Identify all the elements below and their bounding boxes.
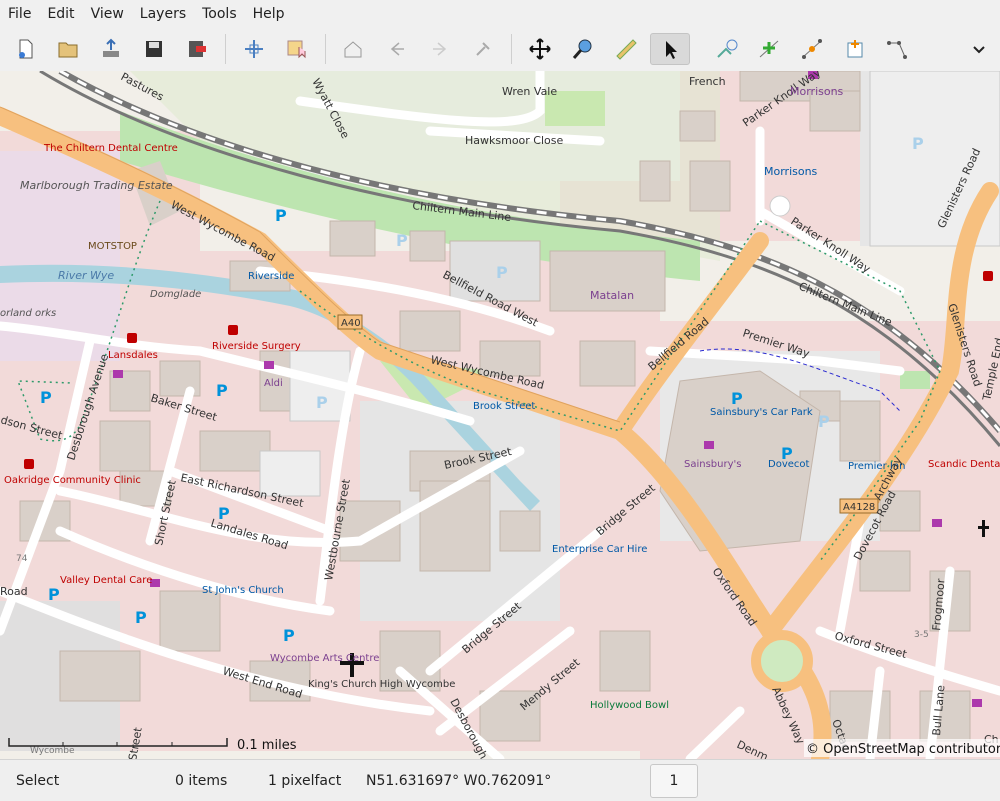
map-label-wren-vale: Wren Vale bbox=[502, 85, 557, 98]
status-bar: Select 0 items 1 pixelfact N51.631697° W… bbox=[0, 759, 1000, 801]
exit-icon[interactable] bbox=[180, 33, 214, 65]
menu-view[interactable]: View bbox=[83, 0, 132, 28]
map-label-oakridge: Oakridge Community Clinic bbox=[4, 475, 141, 486]
add-poi-icon[interactable] bbox=[838, 33, 872, 65]
map-label-riverside: Riverside bbox=[248, 271, 294, 282]
svg-text:P: P bbox=[216, 381, 228, 400]
map-label-enterprise: Enterprise Car Hire bbox=[552, 544, 647, 555]
zoom-level-box[interactable]: 1 bbox=[650, 764, 698, 798]
scale-label: 0.1 miles bbox=[237, 738, 297, 753]
svg-text:P: P bbox=[283, 626, 295, 645]
map-view[interactable]: P P P P P P P P P P P P P P Wren Vale Ha… bbox=[0, 71, 1000, 759]
map-label-morrisons-1: Morrisons bbox=[790, 85, 844, 98]
menu-file[interactable]: File bbox=[0, 0, 39, 28]
add-node-icon[interactable] bbox=[752, 33, 786, 65]
map-label-kings-church: King's Church High Wycombe bbox=[308, 679, 455, 690]
map-label-morrisons-2: Morrisons bbox=[764, 165, 818, 178]
map-label-sainsburys: Sainsbury's bbox=[684, 459, 741, 470]
svg-text:P: P bbox=[40, 388, 52, 407]
map-label-french: French bbox=[689, 75, 726, 88]
improve-way-icon[interactable] bbox=[795, 33, 829, 65]
upload-icon[interactable] bbox=[94, 33, 128, 65]
undo-icon[interactable] bbox=[380, 33, 414, 65]
map-label-num-74: 74 bbox=[16, 554, 28, 564]
map-label-domglade: Domglade bbox=[150, 289, 201, 300]
status-items: 0 items bbox=[175, 773, 228, 789]
home-icon[interactable] bbox=[336, 33, 370, 65]
status-pixel: 1 pixelfact bbox=[268, 773, 342, 789]
menu-help[interactable]: Help bbox=[245, 0, 293, 28]
redo-icon[interactable] bbox=[423, 33, 457, 65]
new-file-icon[interactable] bbox=[9, 33, 43, 65]
status-coordinates: N51.631697° W0.762091° bbox=[366, 773, 552, 789]
map-label-wycombe-small: Wycombe bbox=[30, 746, 75, 756]
svg-text:P: P bbox=[135, 608, 147, 627]
map-label-valley-dental: Valley Dental Care bbox=[60, 575, 152, 586]
download-area-icon[interactable] bbox=[280, 33, 314, 65]
map-label-num-35: 3-5 bbox=[914, 630, 929, 640]
svg-text:P: P bbox=[912, 134, 924, 153]
split-way-icon[interactable] bbox=[880, 33, 914, 65]
measure-icon[interactable] bbox=[609, 33, 643, 65]
map-label-river-wye: River Wye bbox=[58, 269, 114, 282]
zoom-icon[interactable] bbox=[566, 33, 600, 65]
svg-text:P: P bbox=[316, 393, 328, 412]
svg-text:P: P bbox=[275, 206, 287, 225]
status-mode: Select bbox=[16, 773, 60, 789]
map-label-sainsburys-car-park: Sainsbury's Car Park bbox=[710, 407, 813, 418]
move-icon[interactable] bbox=[523, 33, 557, 65]
map-label-chiltern-dental: The Chiltern Dental Centre bbox=[43, 143, 178, 154]
menu-layers[interactable]: Layers bbox=[132, 0, 194, 28]
preferences-icon[interactable] bbox=[466, 33, 500, 65]
map-label-marlborough: Marlborough Trading Estate bbox=[20, 179, 173, 192]
menu-edit[interactable]: Edit bbox=[39, 0, 82, 28]
map-label-scandic: Scandic Dental Care bbox=[928, 459, 1000, 470]
svg-text:P: P bbox=[396, 231, 408, 250]
map-label-orland-works: orland orks bbox=[0, 308, 56, 319]
attribution-text[interactable]: © OpenStreetMap contributors bbox=[806, 742, 1000, 757]
map-label-brook-street-stop: Brook Street bbox=[473, 401, 535, 412]
svg-text:P: P bbox=[731, 389, 743, 408]
toolbar bbox=[0, 28, 1000, 72]
map-label-a4128: A4128 bbox=[843, 502, 875, 513]
map-label-motstop: MOTSTOP bbox=[88, 241, 137, 252]
draw-icon[interactable] bbox=[710, 33, 744, 65]
map-label-hollywood-bowl: Hollywood Bowl bbox=[590, 700, 669, 711]
map-label-riverside-surgery: Riverside Surgery bbox=[212, 341, 301, 352]
zoom-extent-icon[interactable] bbox=[237, 33, 271, 65]
map-label-road-left: Road bbox=[0, 585, 28, 598]
map-canvas[interactable]: P P P P P P P P P P P P P P Wren Vale Ha… bbox=[0, 71, 1000, 759]
save-icon[interactable] bbox=[137, 33, 171, 65]
menu-tools[interactable]: Tools bbox=[194, 0, 245, 28]
menu-bar: File Edit View Layers Tools Help bbox=[0, 0, 1000, 28]
open-file-icon[interactable] bbox=[51, 33, 85, 65]
svg-text:P: P bbox=[496, 263, 508, 282]
map-label-hawksmoor-close: Hawksmoor Close bbox=[465, 134, 564, 147]
svg-text:P: P bbox=[48, 585, 60, 604]
map-label-aldi: Aldi bbox=[264, 378, 283, 389]
overflow-chevron-icon[interactable] bbox=[962, 33, 996, 65]
map-label-lansdales: Lansdales bbox=[108, 350, 158, 361]
svg-text:P: P bbox=[818, 412, 830, 431]
map-label-st-johns: St John's Church bbox=[202, 585, 284, 596]
select-icon[interactable] bbox=[650, 33, 690, 65]
map-label-dovecot: Dovecot bbox=[768, 459, 810, 470]
map-label-matalan: Matalan bbox=[590, 289, 634, 302]
map-label-a40: A40 bbox=[341, 318, 361, 329]
map-label-wycombe-arts: Wycombe Arts Centre bbox=[270, 653, 379, 664]
